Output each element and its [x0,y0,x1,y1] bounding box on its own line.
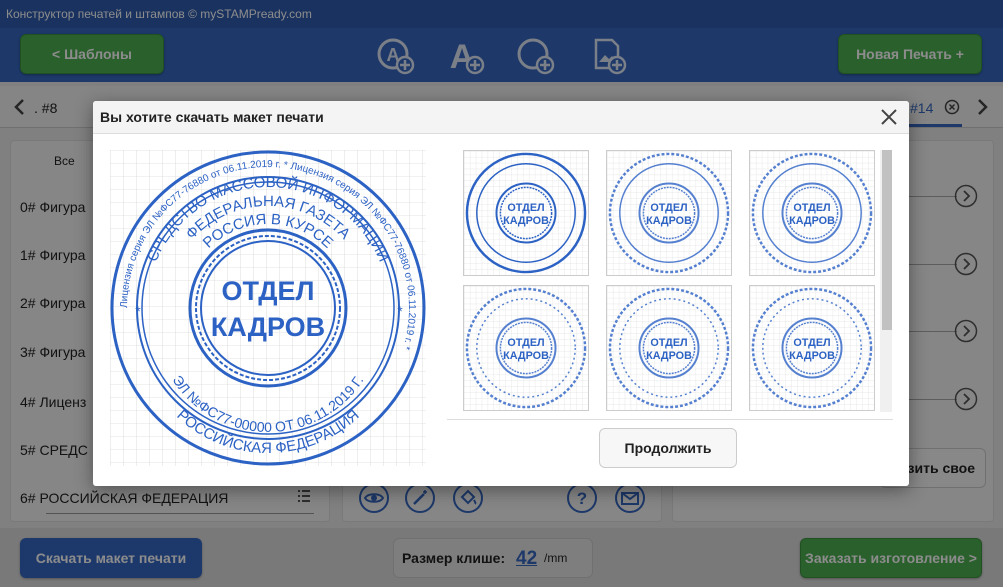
stamp-variant-thumbnail[interactable]: ОТДЕЛ КАДРОВ [749,150,875,276]
thumbnail-center-text: КАДРОВ [789,215,835,227]
stamp-thumbnail-image: ОТДЕЛКАДРОВ [607,286,731,410]
thumbnail-center-text: КАДРОВ [503,215,549,227]
thumbnail-center-text: КАДРОВ [503,350,549,362]
dialog-title: Вы хотите скачать макет печати [93,101,909,134]
thumbnail-center-text: ОТДЕЛ [507,202,544,214]
star-mark: * [135,303,141,319]
stamp-preview: Лицензия серия ЭЛ №ФС77-76880 от 06.11.2… [110,150,426,466]
scrollbar-thumb[interactable] [882,150,892,330]
thumbnail-center-text: ОТДЕЛ [650,337,687,349]
close-icon[interactable] [879,107,899,127]
stamp-variant-thumbnail[interactable]: ОТДЕЛ КАДРОВ [749,285,875,411]
stamp-center-line-2: КАДРОВ [211,312,325,342]
download-dialog: Вы хотите скачать макет печати Лицензия … [93,101,909,486]
divider [447,419,893,420]
stamp-variant-thumbnail[interactable]: ОТДЕЛ КАДРОВ [463,150,589,276]
thumbnail-center-text: ОТДЕЛ [650,202,687,214]
continue-button[interactable]: Продолжить [599,428,737,468]
stamp-thumbnail-image: ОТДЕЛКАДРОВ [750,151,874,275]
stamp-thumbnail-image: ОТДЕЛКАДРОВ [464,286,588,410]
stamp-thumbnail-image: ОТДЕЛКАДРОВ [464,151,588,275]
stamp-thumbnail-image: ОТДЕЛКАДРОВ [607,151,731,275]
stamp-center-line-1: ОТДЕЛ [221,276,314,306]
thumbnail-center-text: КАДРОВ [789,350,835,362]
thumbnail-center-text: КАДРОВ [646,215,692,227]
stamp-variant-thumbnail[interactable]: ОТДЕЛ КАДРОВ [606,285,732,411]
stamp-thumbnail-image: ОТДЕЛКАДРОВ [750,286,874,410]
thumbnail-center-text: КАДРОВ [646,350,692,362]
stamp-variant-thumbnail[interactable]: ОТДЕЛ КАДРОВ [606,150,732,276]
thumbnail-center-text: ОТДЕЛ [507,337,544,349]
thumbnail-center-text: ОТДЕЛ [793,337,830,349]
thumbnail-center-text: ОТДЕЛ [793,202,830,214]
stamp-variant-thumbnail[interactable]: ОТДЕЛ КАДРОВ [463,285,589,411]
star-mark: * [397,303,403,319]
